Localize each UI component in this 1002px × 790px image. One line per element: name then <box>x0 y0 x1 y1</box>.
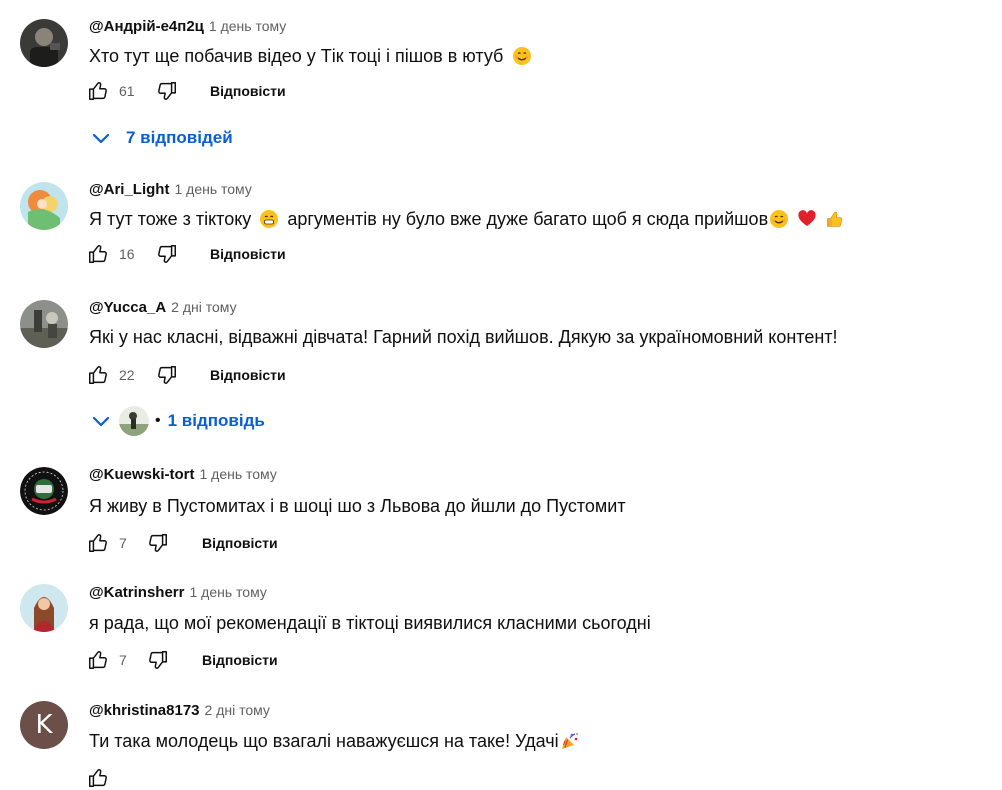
separator-dot: • <box>155 412 161 429</box>
comment-text-content: Я живу в Пустомитах і в шоці шо з Львова… <box>89 496 626 516</box>
comment-text: Я тут тоже з тіктоку аргументів ну було … <box>89 207 845 231</box>
like-button[interactable] <box>86 242 110 266</box>
comment-time[interactable]: 1 день тому <box>199 466 276 482</box>
comment-toolbar: 7 Відповісти <box>89 531 489 555</box>
comment-author[interactable]: @Андрій-е4п2ц <box>89 18 204 35</box>
view-replies-button[interactable]: 7 відповідей <box>89 120 233 156</box>
reply-button[interactable]: Відповісти <box>210 242 286 266</box>
avatar[interactable] <box>20 467 68 515</box>
comment-author[interactable]: @Katrinsherr <box>89 584 185 601</box>
reply-button[interactable]: Відповісти <box>210 363 286 387</box>
comment-text-part: аргументів ну було вже дуже багато щоб я… <box>287 209 769 229</box>
red-heart-icon <box>798 210 816 226</box>
like-count: 61 <box>119 83 135 99</box>
comment-text-content: я рада, що мої рекомендації в тіктоці ви… <box>89 613 651 633</box>
thumbs-up-icon <box>89 651 107 669</box>
comment-header: @Андрій-е4п2ц 1 день тому <box>89 16 286 36</box>
like-button[interactable] <box>86 363 110 387</box>
avatar-letter: K <box>35 710 53 740</box>
dislike-button[interactable] <box>155 363 179 387</box>
chevron-down-icon <box>89 409 117 433</box>
thumbs-up-icon <box>89 245 107 263</box>
avatar[interactable] <box>20 182 68 230</box>
smiling-face-icon <box>513 47 532 65</box>
comment-text: Хто тут ще побачив відео у Тік тоці і пі… <box>89 44 532 68</box>
comment-author[interactable]: @Yucca_A <box>89 299 166 316</box>
comment-toolbar: 61 Відповісти <box>89 79 489 103</box>
thumbs-down-icon <box>149 651 167 669</box>
dislike-button[interactable] <box>146 648 170 672</box>
comment-text: Які у нас класні, відважні дівчата! Гарн… <box>89 325 838 349</box>
comment-toolbar: 16 Відповісти <box>89 242 489 266</box>
dislike-button[interactable] <box>155 79 179 103</box>
like-count: 7 <box>119 535 127 551</box>
comment-text-content: Які у нас класні, відважні дівчата! Гарн… <box>89 327 838 347</box>
like-count: 16 <box>119 246 135 262</box>
comment-time[interactable]: 2 дні тому <box>171 299 236 315</box>
comment-toolbar: 7 Відповісти <box>89 648 489 672</box>
thumbs-down-icon <box>158 366 176 384</box>
smiling-face-icon <box>770 210 789 228</box>
thumbs-down-icon <box>149 534 167 552</box>
comment-text-part: Я тут тоже з тіктоку <box>89 209 252 229</box>
view-replies-button[interactable]: • 1 відповідь <box>89 403 265 439</box>
like-count: 22 <box>119 367 135 383</box>
comment-time[interactable]: 1 день тому <box>174 181 251 197</box>
comment-time[interactable]: 2 дні тому <box>205 702 270 718</box>
chevron-down-icon <box>89 126 117 150</box>
reply-button[interactable]: Відповісти <box>202 648 278 672</box>
comment-header: @khristina8173 2 дні тому <box>89 700 270 720</box>
comment-text: Ти така молодець що взагалі наважуєшся н… <box>89 729 580 753</box>
avatar[interactable] <box>20 584 68 632</box>
replies-count-label[interactable]: 7 відповідей <box>126 128 233 148</box>
comment-text: Я живу в Пустомитах і в шоці шо з Львова… <box>89 494 626 518</box>
comment-text-content: Хто тут ще побачив відео у Тік тоці і пі… <box>89 46 504 66</box>
thumbs-down-icon <box>158 82 176 100</box>
like-count: 7 <box>119 652 127 668</box>
thumbs-down-icon <box>158 245 176 263</box>
replies-count-label[interactable]: 1 відповідь <box>168 411 265 431</box>
comment-author[interactable]: @Ari_Light <box>89 181 169 198</box>
avatar[interactable] <box>20 300 68 348</box>
comment-author[interactable]: @Kuewski-tort <box>89 466 194 483</box>
comment-author[interactable]: @khristina8173 <box>89 702 200 719</box>
dislike-button[interactable] <box>155 242 179 266</box>
comment-text: я рада, що мої рекомендації в тіктоці ви… <box>89 611 651 635</box>
comment-toolbar: 22 Відповісти <box>89 363 489 387</box>
comment-header: @Ari_Light 1 день тому <box>89 179 252 199</box>
comment-header: @Katrinsherr 1 день тому <box>89 582 267 602</box>
like-button[interactable] <box>86 79 110 103</box>
thumbs-up-icon <box>827 211 843 227</box>
comment-time[interactable]: 1 день тому <box>209 18 286 34</box>
like-button[interactable] <box>86 648 110 672</box>
comment-text-content: Ти така молодець що взагалі наважуєшся н… <box>89 731 559 751</box>
comment-header: @Kuewski-tort 1 день тому <box>89 464 277 484</box>
dislike-button[interactable] <box>146 531 170 555</box>
like-button[interactable] <box>86 531 110 555</box>
comment-header: @Yucca_A 2 дні тому <box>89 297 237 317</box>
reply-author-avatar <box>119 406 149 436</box>
reply-button[interactable]: Відповісти <box>210 79 286 103</box>
thumbs-up-icon <box>89 366 107 384</box>
reply-button[interactable]: Відповісти <box>202 531 278 555</box>
grinning-face-icon <box>260 210 279 228</box>
thumbs-up-icon <box>89 534 107 552</box>
avatar[interactable]: K <box>20 701 68 749</box>
thumbs-up-icon <box>89 769 107 787</box>
avatar[interactable] <box>20 19 68 67</box>
party-popper-icon <box>561 733 578 749</box>
comment-time[interactable]: 1 день тому <box>190 584 267 600</box>
thumbs-up-icon <box>89 82 107 100</box>
